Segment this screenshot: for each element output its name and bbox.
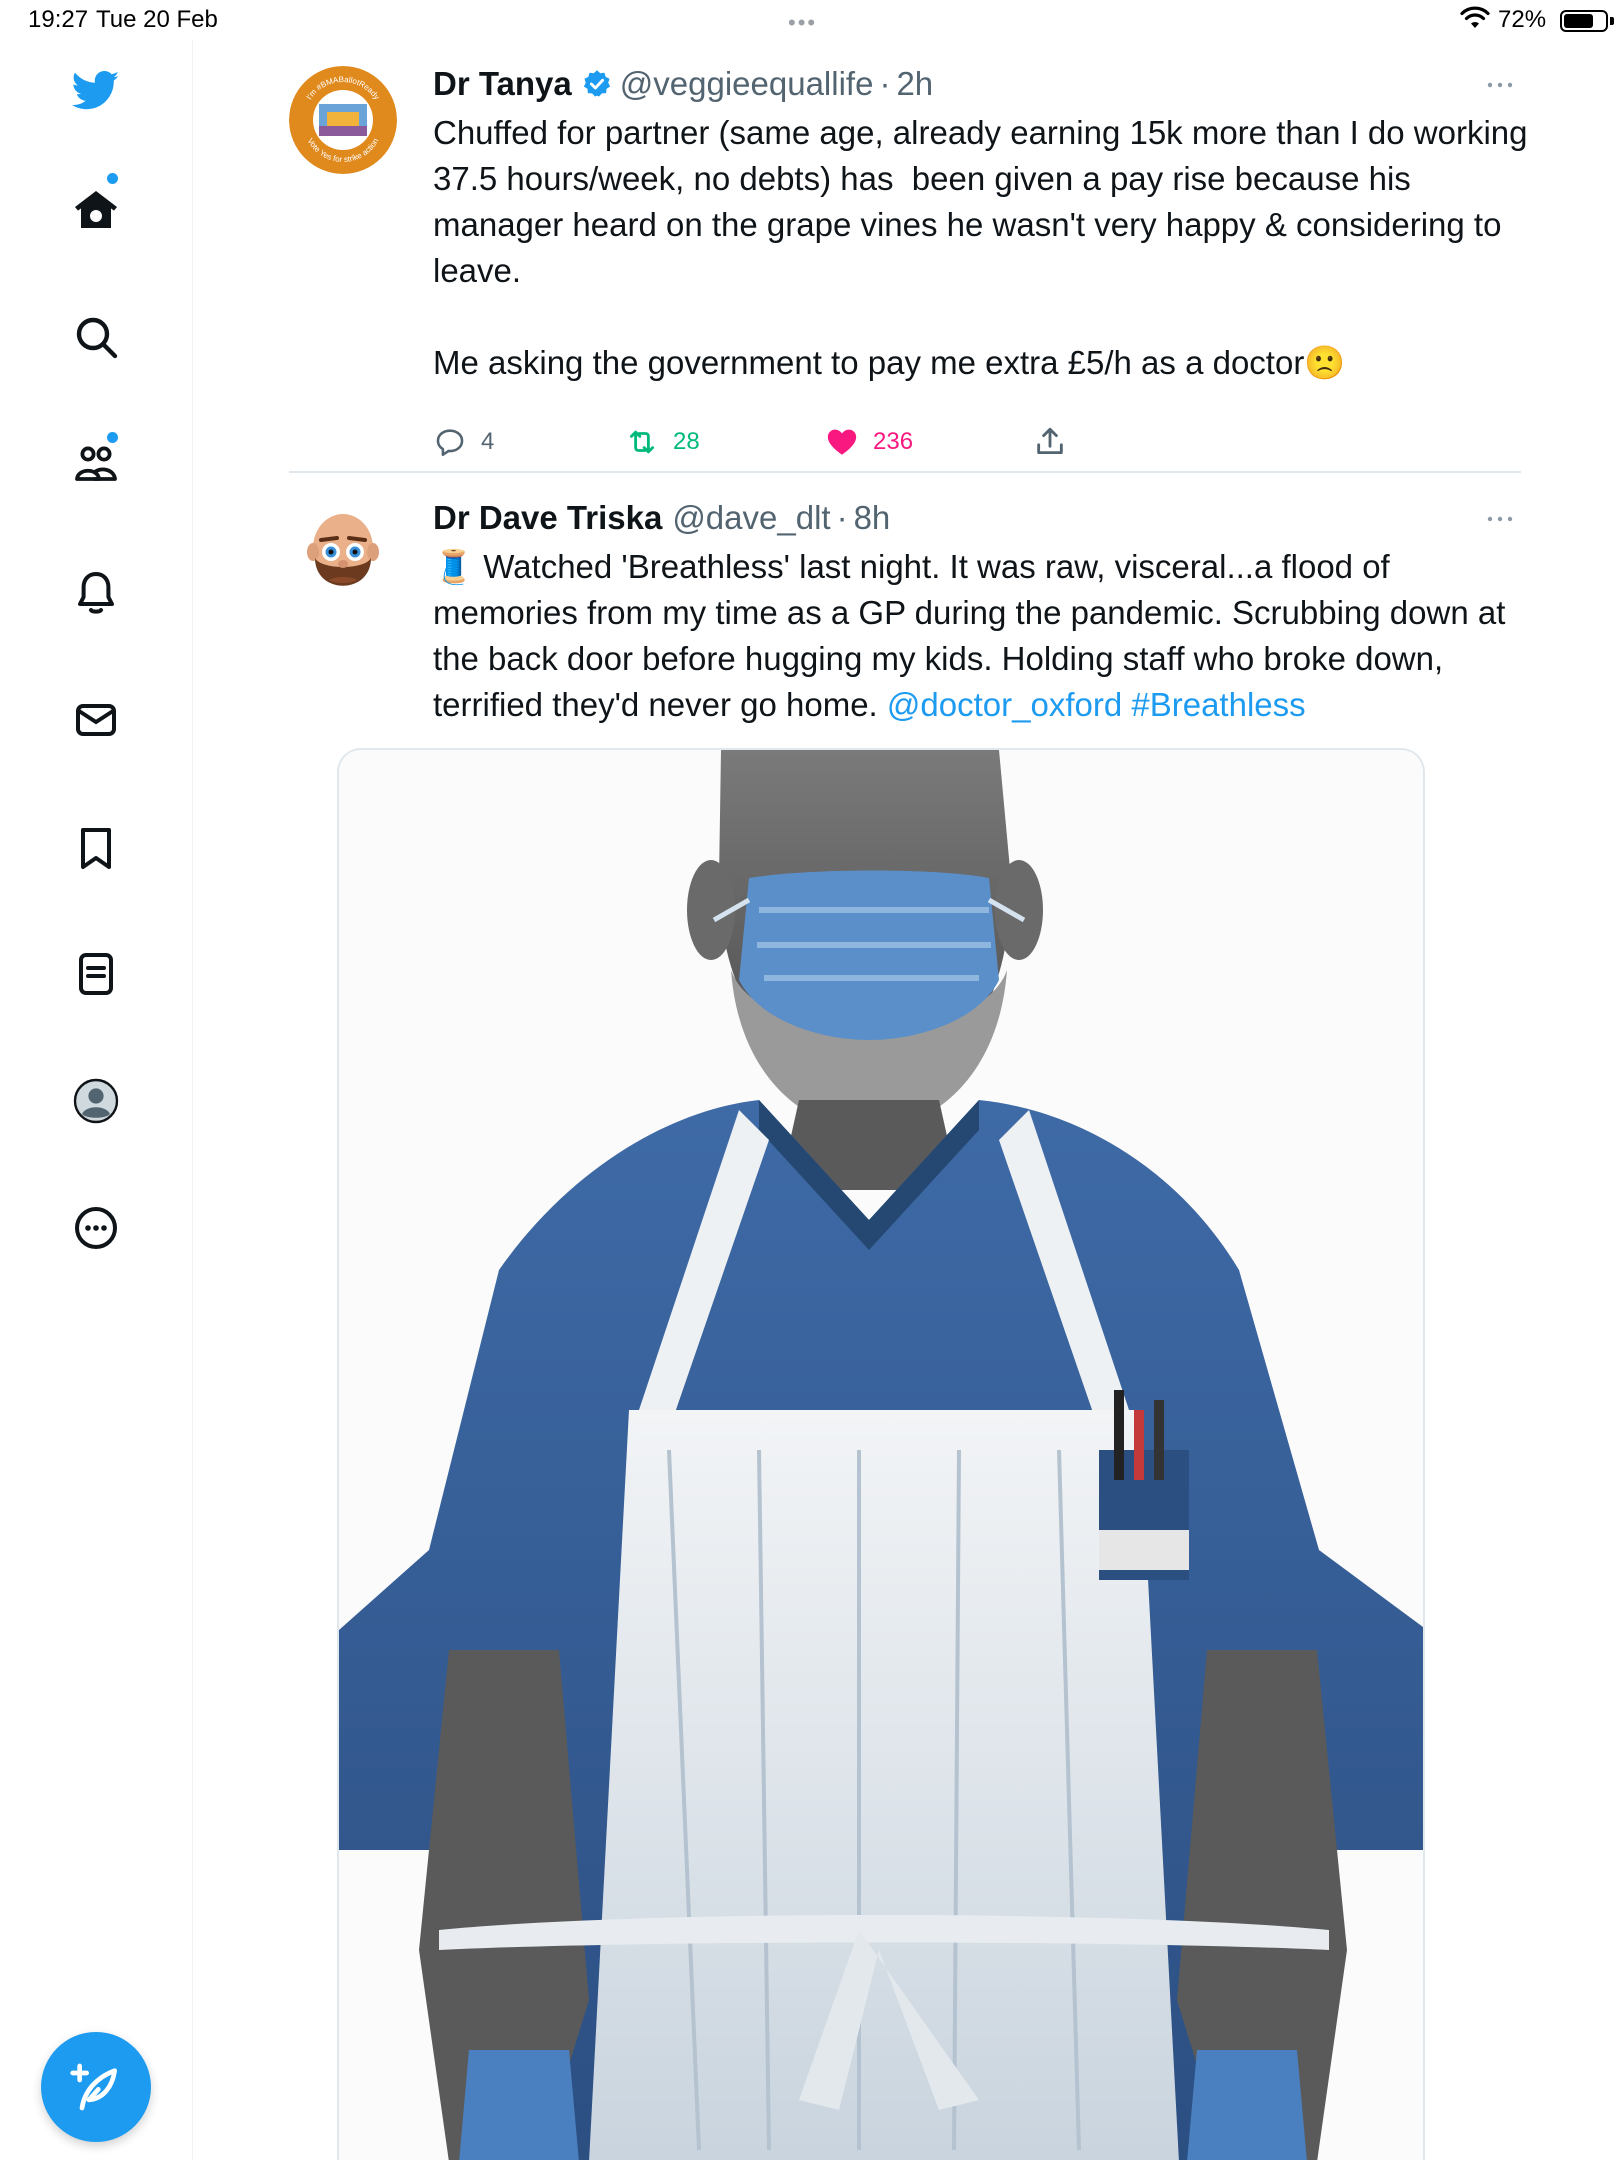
tweet-time[interactable]: 8h <box>854 499 891 537</box>
more-options-icon[interactable] <box>1483 70 1517 100</box>
like-button[interactable]: 236 <box>825 422 913 462</box>
battery-level <box>1564 14 1593 28</box>
share-icon <box>1037 427 1063 455</box>
communities-notification-dot <box>107 432 118 443</box>
mention-link[interactable]: @doctor_oxford <box>887 686 1122 723</box>
twitter-bird-icon[interactable] <box>68 62 124 118</box>
battery-percent: 72% <box>1498 6 1547 33</box>
envelope-icon[interactable] <box>68 692 124 748</box>
retweet-button[interactable]: 28 <box>625 422 700 462</box>
more-circle-icon[interactable] <box>68 1200 124 1256</box>
battery-tip <box>1610 17 1614 25</box>
battery-icon <box>1560 10 1608 32</box>
more-options-icon[interactable] <box>1483 504 1517 534</box>
like-count: 236 <box>873 428 914 455</box>
retweet-icon <box>629 430 655 454</box>
status-date: Tue 20 Feb <box>96 6 218 33</box>
reply-count: 4 <box>481 428 495 455</box>
tweet-text: Chuffed for partner (same age, already e… <box>433 110 1533 386</box>
compose-tweet-button[interactable] <box>41 2032 151 2142</box>
author-handle[interactable]: @veggieequallife <box>620 65 874 103</box>
tweet-media-image[interactable] <box>337 748 1425 2160</box>
hashtag-link[interactable]: #Breathless <box>1131 686 1305 723</box>
author-name[interactable]: Dr Tanya <box>433 65 572 103</box>
thread-emoji: 🧵 <box>433 548 475 585</box>
list-icon[interactable] <box>68 946 124 1002</box>
tweet-actions: 4 28 236 <box>433 422 1133 462</box>
reply-icon <box>436 429 464 457</box>
heart-filled-icon <box>827 429 857 455</box>
reply-button[interactable]: 4 <box>433 422 494 462</box>
retweet-count: 28 <box>673 428 700 455</box>
author-handle[interactable]: @dave_dlt <box>672 499 830 537</box>
avatar[interactable]: I'm #BMABallotReady Vote Yes for strike … <box>289 66 397 174</box>
tweet-dr-tanya[interactable]: I'm #BMABallotReady Vote Yes for strike … <box>289 62 1528 462</box>
separator-dot: · <box>836 499 848 536</box>
verified-badge-icon <box>583 70 610 97</box>
communities-icon[interactable] <box>68 436 124 492</box>
share-button[interactable] <box>1033 422 1067 462</box>
doctor-illustration-image <box>339 750 1423 2160</box>
tweet-text: 🧵 Watched 'Breathless' last night. It wa… <box>433 544 1533 728</box>
wifi-icon <box>1460 6 1490 37</box>
status-time: 19:27 <box>28 6 89 33</box>
tweet-body: Chuffed for partner (same age, already e… <box>433 114 1528 381</box>
bell-icon[interactable] <box>68 565 124 621</box>
timeline: I'm #BMABallotReady Vote Yes for strike … <box>193 40 1620 2160</box>
profile-avatar-icon[interactable] <box>68 1073 124 1129</box>
bookmark-icon[interactable] <box>68 820 124 876</box>
separator-dot: · <box>879 65 891 102</box>
author-name[interactable]: Dr Dave Triska <box>433 499 662 537</box>
avatar[interactable] <box>289 500 397 608</box>
confused-face-emoji: 🙁 <box>1304 344 1346 381</box>
tweet-divider <box>289 471 1521 473</box>
tweet-header: Dr Dave Triska @dave_dlt · 8h <box>433 496 890 540</box>
multitasking-dots-icon[interactable]: ••• <box>788 10 817 36</box>
compose-feather-icon <box>70 2063 117 2111</box>
tweet-time[interactable]: 2h <box>896 65 933 103</box>
tweet-header: Dr Tanya @veggieequallife · 2h <box>433 62 933 106</box>
home-icon[interactable] <box>68 182 124 238</box>
sidebar-nav <box>0 40 193 2160</box>
home-notification-dot <box>107 173 118 184</box>
status-bar: 19:27 Tue 20 Feb ••• 72% <box>0 0 1620 40</box>
search-icon[interactable] <box>68 309 124 365</box>
